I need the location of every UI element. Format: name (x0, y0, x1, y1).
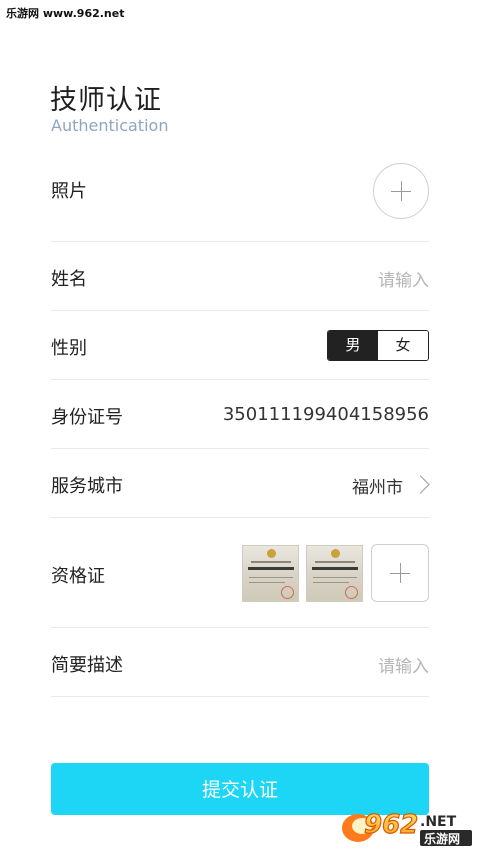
certificate-row: 资格证 (51, 518, 429, 628)
chevron-right-icon (411, 475, 430, 494)
logo-suffix-text: .NET (420, 814, 457, 830)
certificate-label: 资格证 (51, 566, 105, 587)
site-logo: 962 .NET 乐游网 (342, 809, 472, 846)
seal-icon (345, 586, 358, 599)
photo-label: 照片 (51, 181, 87, 202)
name-input[interactable]: 请输入 (378, 266, 429, 291)
plus-icon (391, 181, 411, 201)
name-row: 姓名 请输入 (51, 242, 429, 311)
id-number-field[interactable]: 350111199404158956 (223, 404, 429, 425)
add-certificate-button[interactable] (371, 544, 429, 602)
emblem-icon (267, 549, 276, 558)
certificate-thumbnail[interactable] (242, 545, 299, 602)
page-title: 技师认证 (50, 85, 162, 116)
plus-icon (390, 563, 410, 583)
emblem-icon (331, 549, 340, 558)
gender-label: 性别 (51, 338, 87, 359)
add-photo-button[interactable] (373, 163, 429, 219)
description-label: 简要描述 (51, 655, 123, 676)
page-subtitle: Authentication (51, 116, 169, 135)
logo-main-text: 962 (364, 810, 418, 840)
gender-row: 性别 男 女 (51, 311, 429, 380)
seal-icon (281, 586, 294, 599)
name-label: 姓名 (51, 269, 87, 290)
city-label: 服务城市 (51, 476, 123, 497)
photo-row: 照片 (51, 144, 429, 242)
description-row: 简要描述 请输入 (51, 628, 429, 697)
watermark-text: 乐游网 www.962.net (6, 7, 125, 20)
description-input[interactable]: 请输入 (378, 652, 429, 677)
id-number-row: 身份证号 350111199404158956 (51, 380, 429, 449)
city-row[interactable]: 服务城市 福州市 (51, 449, 430, 518)
city-value[interactable]: 福州市 (352, 473, 403, 498)
certificate-thumbnail[interactable] (306, 545, 363, 602)
gender-option-female[interactable]: 女 (378, 331, 428, 360)
gender-toggle: 男 女 (327, 330, 429, 361)
gender-option-male[interactable]: 男 (328, 331, 378, 360)
logo-sub-text: 乐游网 (424, 831, 460, 846)
id-number-label: 身份证号 (51, 407, 123, 428)
